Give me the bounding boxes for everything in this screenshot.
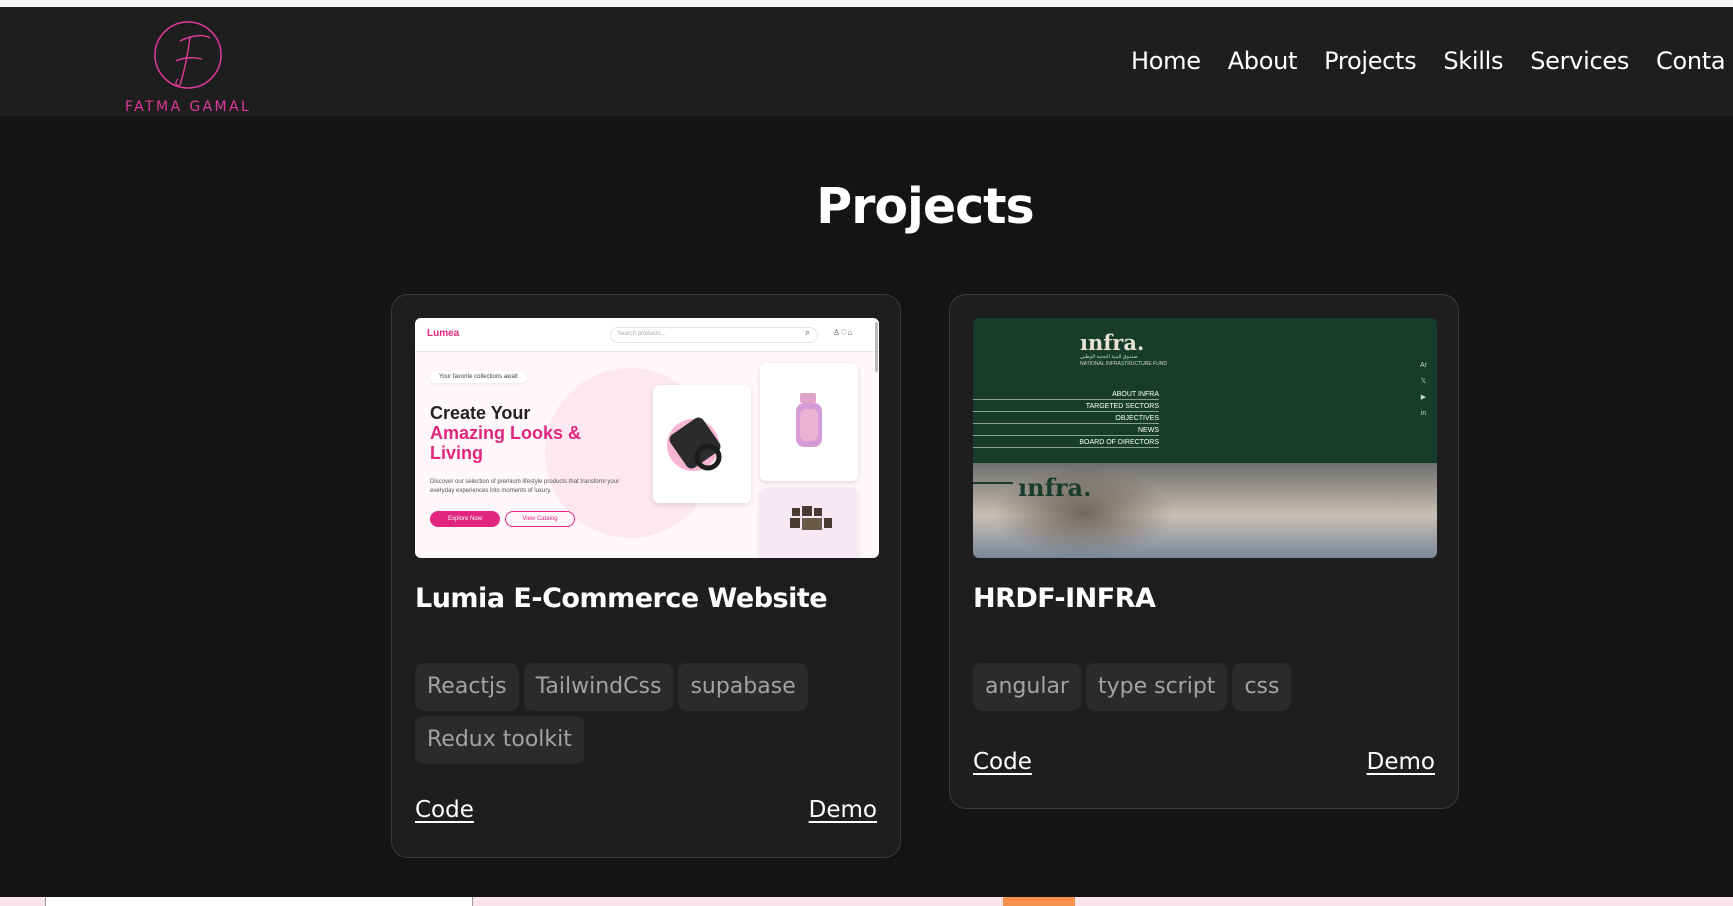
navbar: FATMA GAMAL Home About Projects Skills S… — [0, 7, 1733, 116]
infra-menu-item: OBJECTIVES — [973, 412, 1159, 424]
section-title: Projects — [816, 178, 1034, 235]
code-link[interactable]: Code — [415, 797, 474, 823]
tech-tag: supabase — [678, 663, 808, 711]
infra-menu-item: NEWS — [973, 424, 1159, 436]
perfume-image — [796, 393, 822, 447]
tech-tag: css — [1232, 663, 1292, 711]
next-section-image — [45, 897, 473, 906]
project-title: HRDF-INFRA — [973, 583, 1156, 614]
preview-headline: Create Your Amazing Looks & Living — [430, 403, 582, 463]
infra-menu-item: BOARD OF DIRECTORS — [973, 436, 1159, 448]
nav-skills[interactable]: Skills — [1443, 47, 1503, 75]
preview-search: Search products... — [610, 327, 818, 343]
x-icon: 𝕏 — [1420, 378, 1427, 385]
code-link[interactable]: Code — [973, 749, 1032, 775]
infra-menu-item: TARGETED SECTORS — [973, 400, 1159, 412]
next-section-preview — [0, 897, 1733, 906]
site-logo[interactable]: FATMA GAMAL — [120, 19, 260, 115]
preview-scrollbar — [875, 322, 878, 372]
window-top-strip — [0, 0, 1733, 7]
tech-tags: angular type script css — [973, 663, 1393, 711]
tech-tag: Redux toolkit — [415, 716, 584, 764]
project-card-infra: ınfra. صندوق البنية التحتية الوطني NATIO… — [949, 294, 1459, 809]
preview-pill: Your favorite collections await — [430, 371, 527, 383]
project-card-lumia: Lumea Search products... ⌕ ♙♡⌂ Your favo… — [391, 294, 901, 858]
demo-link[interactable]: Demo — [809, 797, 877, 823]
lumia-preview: Lumea Search products... ⌕ ♙♡⌂ Your favo… — [415, 318, 879, 558]
preview-header: Lumea Search products... ⌕ ♙♡⌂ — [415, 318, 879, 352]
preview-logo: Lumea — [427, 328, 460, 339]
project-thumbnail-infra[interactable]: ınfra. صندوق البنية التحتية الوطني NATIO… — [973, 318, 1437, 558]
nav-about[interactable]: About — [1228, 47, 1298, 75]
nav-home[interactable]: Home — [1131, 47, 1201, 75]
youtube-icon: ▶ — [1420, 394, 1427, 401]
tech-tag: angular — [973, 663, 1081, 711]
nav-services[interactable]: Services — [1530, 47, 1629, 75]
tech-tags: Reactjs TailwindCss supabase Redux toolk… — [415, 663, 835, 764]
decorative-line — [973, 482, 1013, 484]
preview-explore-button: Explore Now — [430, 511, 500, 527]
main-nav: Home About Projects Skills Services Cont… — [1131, 47, 1726, 75]
infra-arabic: صندوق البنية التحتية الوطني — [1080, 354, 1138, 360]
project-title: Lumia E-Commerce Website — [415, 583, 828, 614]
infra-menu-item: ABOUT INFRA — [973, 388, 1159, 400]
infra-logo: ınfra. — [1080, 330, 1145, 355]
next-section-accent — [1003, 897, 1075, 906]
tech-tag: Reactjs — [415, 663, 519, 711]
tech-tag: TailwindCss — [523, 663, 674, 711]
preview-catalog-button: View Catalog — [505, 511, 575, 527]
bag-image — [667, 417, 722, 471]
infra-menu: ABOUT INFRA TARGETED SECTORS OBJECTIVES … — [973, 388, 1159, 448]
project-thumbnail-lumia[interactable]: Lumea Search products... ⌕ ♙♡⌂ Your favo… — [415, 318, 879, 558]
logo-text: FATMA GAMAL — [125, 99, 252, 115]
infra-social-icons: Ar 𝕏 ▶ in — [1420, 358, 1427, 422]
linkedin-icon: in — [1420, 410, 1427, 417]
product-card-bag — [653, 385, 751, 503]
preview-description: Discover our selection of premium lifest… — [430, 479, 620, 494]
nav-projects[interactable]: Projects — [1324, 47, 1417, 75]
infra-preview: ınfra. صندوق البنية التحتية الوطني NATIO… — [973, 318, 1437, 558]
demo-link[interactable]: Demo — [1367, 749, 1435, 775]
logo-monogram-icon — [154, 21, 222, 89]
product-card-decor — [760, 488, 858, 558]
nav-contact[interactable]: Conta — [1656, 47, 1726, 75]
infra-subtitle: NATIONAL INFRASTRUCTURE FUND — [1080, 361, 1167, 367]
infra-logo-bottom: ınfra. — [1018, 473, 1092, 502]
product-card-perfume — [760, 363, 858, 481]
search-icon: ⌕ — [805, 327, 811, 337]
decor-image — [790, 506, 832, 530]
language-icon: Ar — [1420, 362, 1427, 369]
preview-user-icons: ♙♡⌂ — [833, 328, 853, 337]
tech-tag: type script — [1085, 663, 1228, 711]
